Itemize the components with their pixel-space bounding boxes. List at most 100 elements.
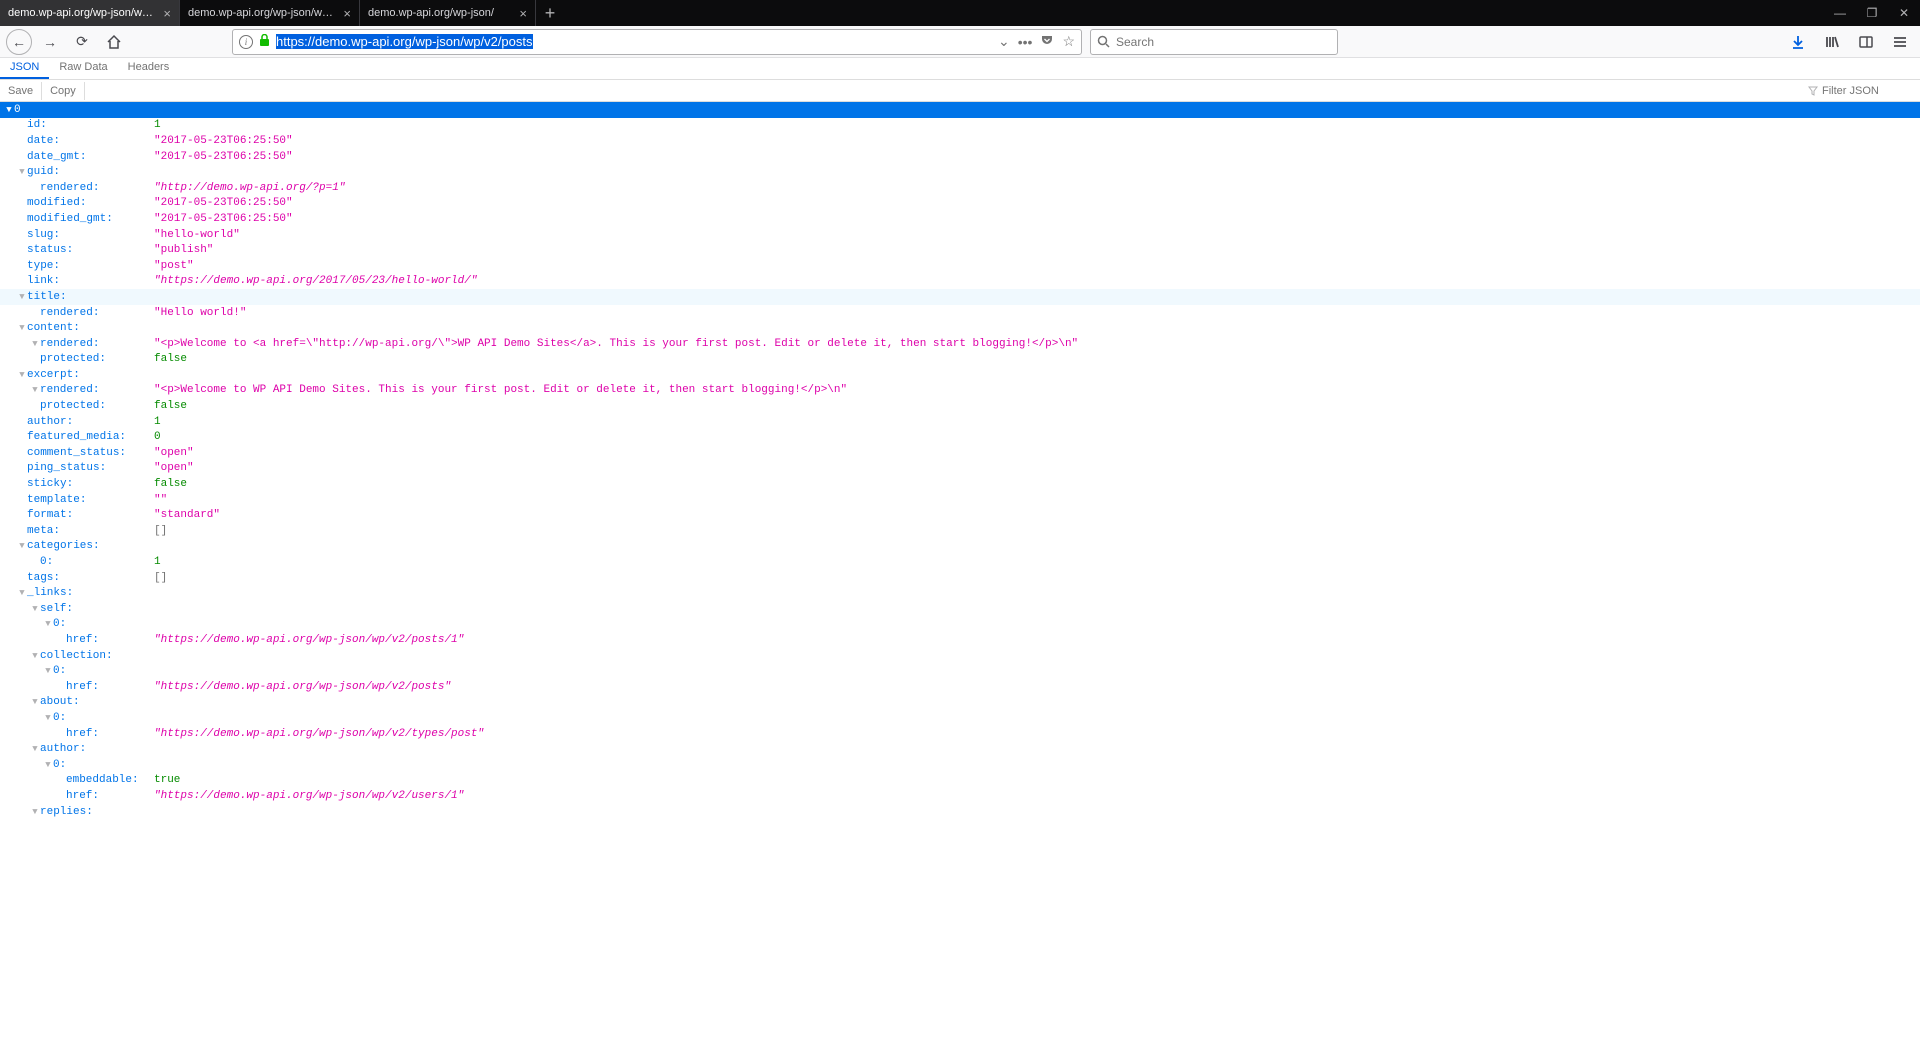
twisty-icon[interactable]: ▼ [17,292,27,302]
json-row[interactable]: featured_media:0 [0,429,1920,445]
forward-button[interactable]: → [36,28,64,56]
json-row[interactable]: ▼0: [0,617,1920,633]
twisty-icon[interactable]: ▼ [43,713,53,723]
twisty-icon[interactable]: ▼ [30,339,40,349]
filter-input[interactable] [1822,85,1912,97]
twisty-icon[interactable]: ▼ [17,323,27,333]
json-row[interactable]: href:"https://demo.wp-api.org/wp-json/wp… [0,788,1920,804]
downloads-icon[interactable] [1784,28,1812,56]
save-button[interactable]: Save [0,82,42,100]
json-row[interactable]: ping_status:"open" [0,461,1920,477]
json-row[interactable]: status:"publish" [0,242,1920,258]
site-info-icon[interactable]: i [239,35,253,49]
json-row[interactable]: ▼0: [0,102,1920,118]
json-row[interactable]: ▼self: [0,601,1920,617]
tab-json[interactable]: JSON [0,58,49,79]
search-bar[interactable] [1090,29,1338,55]
filter-json[interactable] [1800,85,1920,97]
json-row[interactable]: slug:"hello-world" [0,227,1920,243]
json-row[interactable]: ▼rendered:"<p>Welcome to <a href=\"http:… [0,336,1920,352]
twisty-icon[interactable]: ▼ [43,666,53,676]
twisty-icon[interactable]: ▼ [17,588,27,598]
twisty-icon[interactable]: ▼ [30,744,40,754]
json-row[interactable]: tags:[] [0,570,1920,586]
json-row[interactable]: protected:false [0,352,1920,368]
json-row[interactable]: 0:1 [0,554,1920,570]
json-row[interactable]: ▼_links: [0,585,1920,601]
json-row[interactable]: ▼0: [0,757,1920,773]
twisty-icon[interactable]: ▼ [17,541,27,551]
twisty-icon[interactable]: ▼ [30,385,40,395]
json-row[interactable]: embeddable:true [0,773,1920,789]
json-row[interactable]: sticky:false [0,476,1920,492]
json-row[interactable]: rendered:"http://demo.wp-api.org/?p=1" [0,180,1920,196]
pocket-icon[interactable] [1040,33,1054,50]
json-row[interactable]: meta:[] [0,523,1920,539]
minimize-icon[interactable]: — [1824,0,1856,26]
json-row[interactable]: id:1 [0,118,1920,134]
twisty-icon[interactable]: ▼ [17,167,27,177]
json-tree[interactable]: ▼0:id:1date:"2017-05-23T06:25:50"date_gm… [0,102,1920,1040]
chevron-down-icon[interactable]: ⌄ [998,33,1010,50]
page-actions-icon[interactable]: ••• [1018,34,1033,50]
json-row[interactable]: modified:"2017-05-23T06:25:50" [0,196,1920,212]
json-row[interactable]: ▼title: [0,289,1920,305]
home-button[interactable] [100,28,128,56]
copy-button[interactable]: Copy [42,82,85,100]
tab-headers[interactable]: Headers [118,58,180,79]
reload-button[interactable]: ⟳ [68,28,96,56]
back-button[interactable]: ← [6,29,32,55]
json-row[interactable]: ▼collection: [0,648,1920,664]
json-row[interactable]: ▼categories: [0,539,1920,555]
sidebar-icon[interactable] [1852,28,1880,56]
twisty-icon[interactable]: ▼ [30,807,40,817]
json-key: modified_gmt [27,213,106,225]
url-text[interactable]: https://demo.wp-api.org/wp-json/wp/v2/po… [276,34,992,49]
json-row[interactable]: type:"post" [0,258,1920,274]
json-row[interactable]: ▼0: [0,710,1920,726]
json-row[interactable]: rendered:"Hello world!" [0,305,1920,321]
twisty-icon[interactable]: ▼ [30,651,40,661]
json-row[interactable]: ▼excerpt: [0,367,1920,383]
json-row[interactable]: href:"https://demo.wp-api.org/wp-json/wp… [0,632,1920,648]
url-bar[interactable]: i https://demo.wp-api.org/wp-json/wp/v2/… [232,29,1082,55]
json-row[interactable]: author:1 [0,414,1920,430]
library-icon[interactable] [1818,28,1846,56]
json-row[interactable]: ▼about: [0,695,1920,711]
maximize-icon[interactable]: ❐ [1856,0,1888,26]
json-row[interactable]: ▼replies: [0,804,1920,820]
json-row[interactable]: ▼0: [0,663,1920,679]
close-icon[interactable]: × [343,6,351,21]
json-row[interactable]: modified_gmt:"2017-05-23T06:25:50" [0,211,1920,227]
new-tab-button[interactable]: + [536,0,564,26]
close-icon[interactable]: × [519,6,527,21]
json-row[interactable]: ▼guid: [0,164,1920,180]
browser-tab-2[interactable]: demo.wp-api.org/wp-json/ × [360,0,536,26]
twisty-icon[interactable]: ▼ [43,619,53,629]
json-row[interactable]: href:"https://demo.wp-api.org/wp-json/wp… [0,726,1920,742]
json-row[interactable]: date_gmt:"2017-05-23T06:25:50" [0,149,1920,165]
json-row[interactable]: ▼author: [0,741,1920,757]
json-row[interactable]: ▼content: [0,320,1920,336]
json-row[interactable]: link:"https://demo.wp-api.org/2017/05/23… [0,274,1920,290]
twisty-icon[interactable]: ▼ [17,370,27,380]
bookmark-icon[interactable]: ☆ [1062,33,1075,50]
json-row[interactable]: href:"https://demo.wp-api.org/wp-json/wp… [0,679,1920,695]
browser-tab-1[interactable]: demo.wp-api.org/wp-json/wp/v2/ × [180,0,360,26]
json-row[interactable]: template:"" [0,492,1920,508]
twisty-icon[interactable]: ▼ [4,105,14,115]
twisty-icon[interactable]: ▼ [43,760,53,770]
search-input[interactable] [1116,35,1331,49]
json-row[interactable]: format:"standard" [0,507,1920,523]
json-row[interactable]: date:"2017-05-23T06:25:50" [0,133,1920,149]
json-row[interactable]: ▼rendered:"<p>Welcome to WP API Demo Sit… [0,383,1920,399]
json-row[interactable]: protected:false [0,398,1920,414]
json-row[interactable]: comment_status:"open" [0,445,1920,461]
close-icon[interactable]: × [163,6,171,21]
tab-raw-data[interactable]: Raw Data [49,58,117,79]
twisty-icon[interactable]: ▼ [30,697,40,707]
menu-icon[interactable] [1886,28,1914,56]
twisty-icon[interactable]: ▼ [30,604,40,614]
close-window-icon[interactable]: ✕ [1888,0,1920,26]
browser-tab-0[interactable]: demo.wp-api.org/wp-json/wp/v2/j × [0,0,180,26]
